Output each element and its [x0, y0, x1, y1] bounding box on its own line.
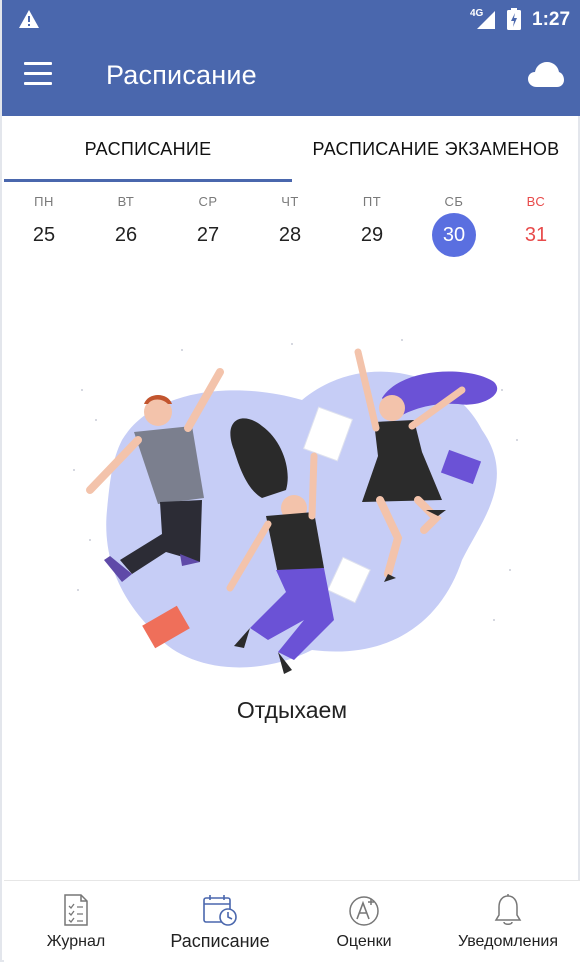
app-bar: Расписание: [2, 38, 580, 116]
week-strip: ПН 25 ВТ 26 СР 27 ЧТ 28 ПТ 29 СБ 30 ВС 3…: [4, 186, 580, 258]
day-number: 27: [196, 224, 220, 246]
battery-charging-icon: [507, 8, 521, 35]
status-time: 1:27: [532, 9, 571, 30]
nav-schedule[interactable]: Расписание: [148, 881, 292, 962]
day-of-week-label: ПН: [34, 194, 54, 209]
nav-journal[interactable]: Журнал: [4, 881, 148, 962]
day-number: 25: [32, 224, 56, 246]
app-frame: 4G 1:27 Расписание РАСПИСАНИЕ РАСПИСАНИЕ…: [0, 0, 580, 962]
day-monday[interactable]: ПН 25: [12, 186, 76, 258]
bell-icon: [493, 893, 523, 932]
day-of-week-label: СБ: [444, 194, 464, 209]
bottom-navigation: Журнал Расписание Оценки Уведомления: [4, 880, 580, 962]
active-tab-indicator: [4, 179, 292, 182]
journal-icon: [63, 893, 89, 932]
calendar-clock-icon: [202, 893, 238, 932]
day-wednesday[interactable]: СР 27: [176, 186, 240, 258]
day-number: 29: [360, 224, 384, 246]
grade-a-plus-icon: [347, 893, 381, 932]
day-thursday[interactable]: ЧТ 28: [258, 186, 322, 258]
day-saturday-selected[interactable]: СБ 30: [422, 186, 486, 258]
day-number: 28: [278, 224, 302, 246]
tab-schedule[interactable]: РАСПИСАНИЕ: [4, 116, 292, 182]
day-of-week-label: ВТ: [117, 194, 135, 209]
warning-icon: [18, 9, 40, 34]
day-tuesday[interactable]: ВТ 26: [94, 186, 158, 258]
cloud-icon[interactable]: [528, 62, 564, 93]
tab-exam-schedule[interactable]: РАСПИСАНИЕ ЭКЗАМЕНОВ: [292, 116, 580, 182]
nav-label: Оценки: [336, 933, 392, 950]
jumping-people-illustration: [62, 330, 532, 690]
nav-label: Уведомления: [457, 933, 559, 950]
day-number: 26: [114, 224, 138, 246]
day-of-week-label: ПТ: [362, 194, 382, 209]
status-bar: 4G 1:27: [2, 0, 580, 38]
day-sunday[interactable]: ВС 31: [504, 186, 568, 258]
day-friday[interactable]: ПТ 29: [340, 186, 404, 258]
tab-bar: РАСПИСАНИЕ РАСПИСАНИЕ ЭКЗАМЕНОВ: [4, 116, 580, 182]
day-of-week-label: ВС: [526, 194, 546, 209]
nav-label: Расписание: [170, 931, 270, 951]
nav-notifications[interactable]: Уведомления: [436, 881, 580, 962]
day-of-week-label: СР: [198, 194, 218, 209]
page-title: Расписание: [106, 60, 257, 90]
hamburger-menu-icon[interactable]: [24, 62, 60, 92]
empty-state-message: Отдыхаем: [236, 697, 348, 723]
signal-icon: [474, 10, 496, 35]
day-number: 30: [442, 224, 466, 246]
nav-label: Журнал: [46, 933, 106, 950]
day-number: 31: [524, 224, 548, 246]
day-of-week-label: ЧТ: [281, 194, 299, 209]
nav-grades[interactable]: Оценки: [292, 881, 436, 962]
